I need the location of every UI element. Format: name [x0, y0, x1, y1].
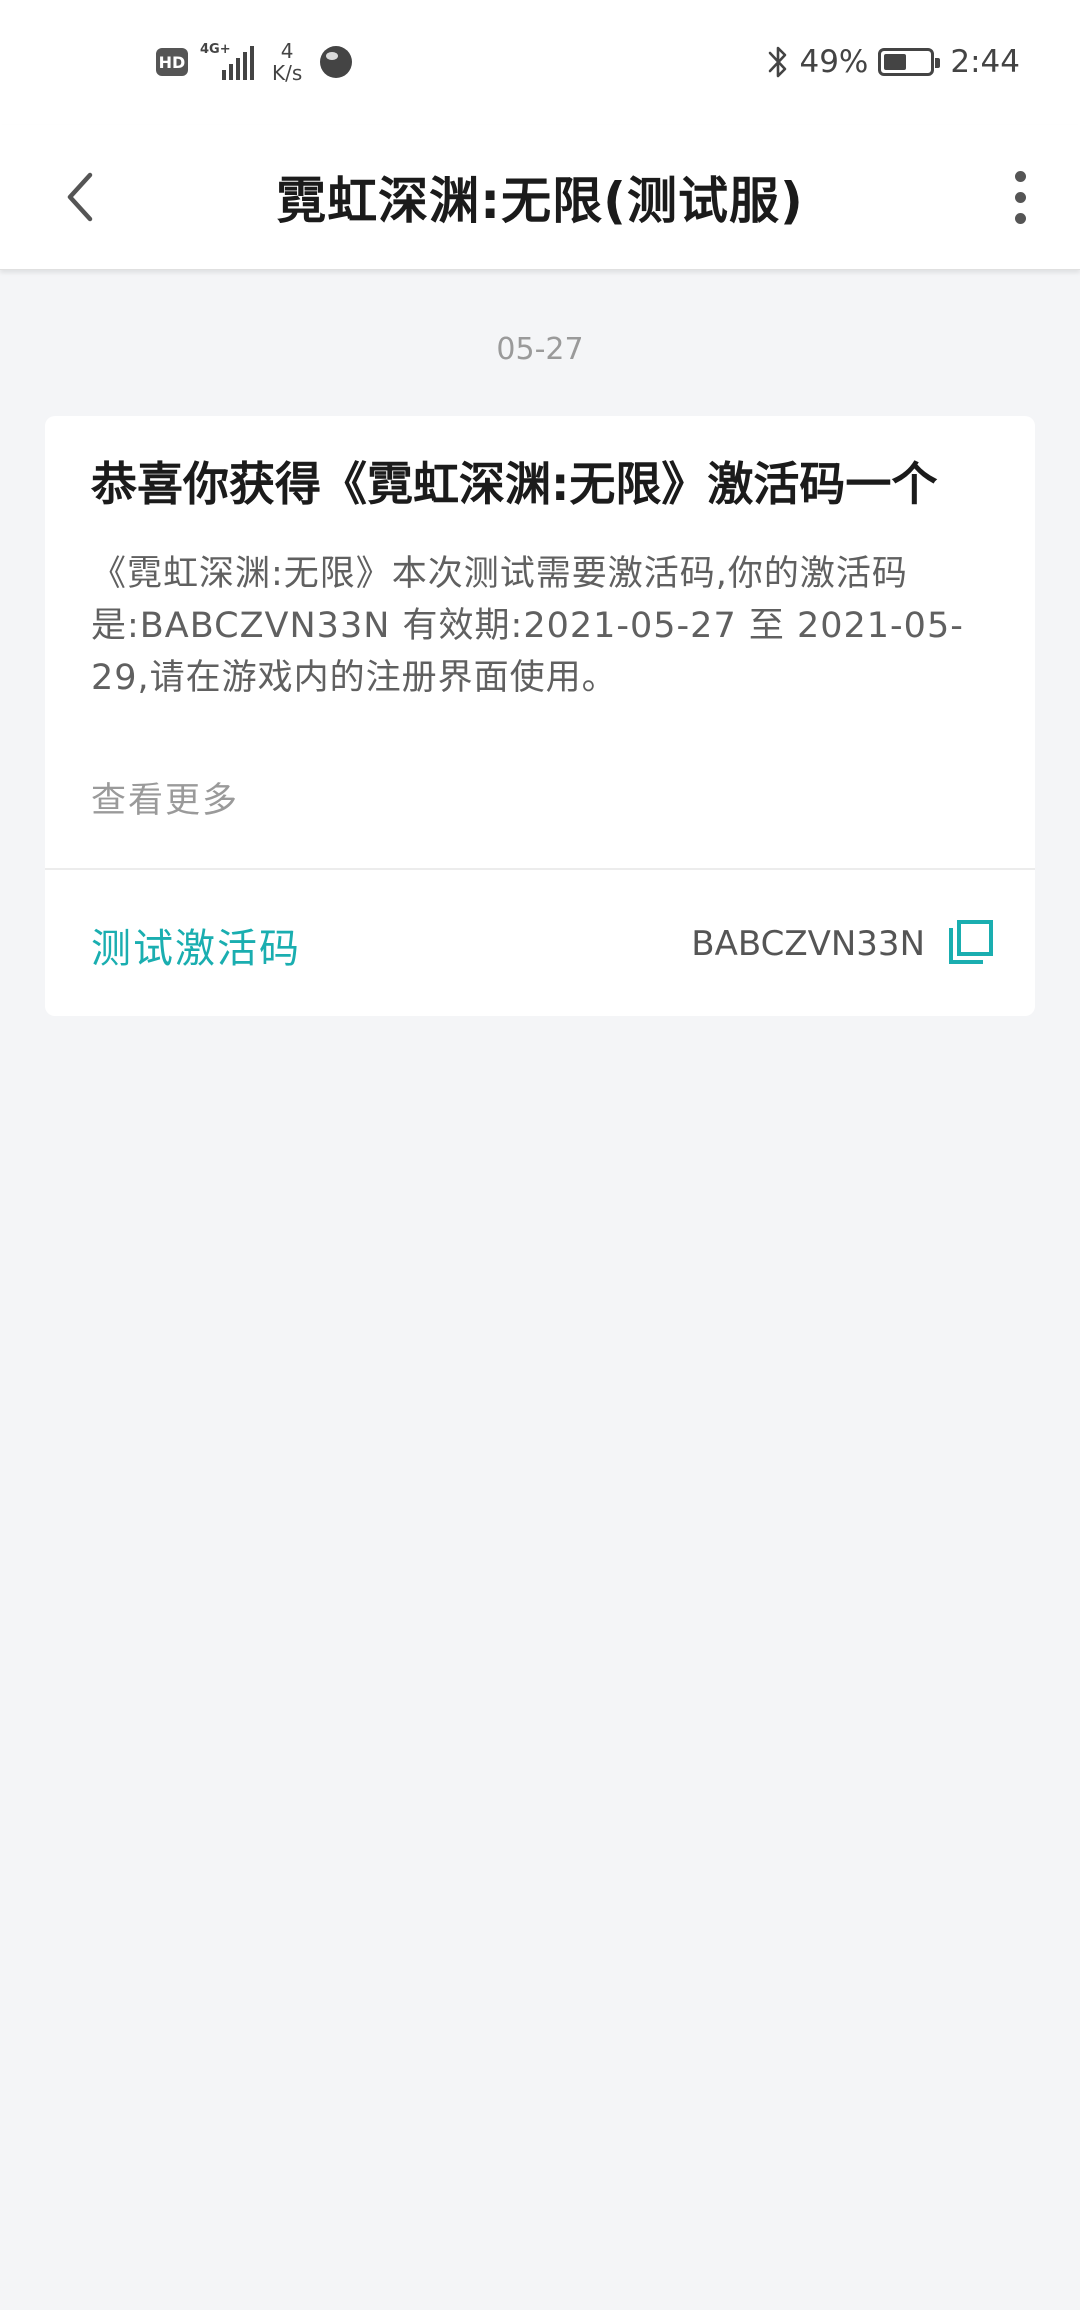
message-body: 《霓虹深渊:无限》本次测试需要激活码,你的激活码是:BABCZVN33N 有效期… — [91, 554, 964, 698]
activation-code-value: BABCZVN33N — [691, 924, 925, 964]
signal-icon: 4G+ — [200, 42, 254, 80]
screen: HD 4G+ 4 K/s 49% 2:44 霓虹深渊:无限(测试服) 05-27… — [0, 0, 1080, 2310]
battery-percent: 49% — [799, 44, 869, 80]
status-time: 2:44 — [950, 44, 1020, 80]
back-button[interactable] — [40, 157, 120, 237]
more-options-button[interactable] — [990, 157, 1050, 237]
message-date: 05-27 — [496, 332, 584, 367]
message-card: 恭喜你获得《霓虹深渊:无限》激活码一个 《霓虹深渊:无限》本次测试需要激活码,你… — [45, 416, 1035, 1016]
network-type-label: 4G+ — [200, 42, 231, 57]
more-vertical-icon — [1014, 170, 1026, 182]
net-speed: 4 K/s — [272, 40, 302, 84]
hd-icon: HD — [156, 48, 188, 76]
back-arrow-icon — [67, 172, 93, 222]
view-more-link[interactable]: 查看更多 — [91, 772, 239, 823]
battery-icon — [878, 48, 941, 76]
copy-code-button[interactable] — [947, 918, 995, 966]
activation-code-label: 测试激活码 — [91, 926, 301, 972]
net-speed-value: 4 — [280, 39, 294, 63]
status-bar-left: HD 4G+ 4 K/s — [156, 36, 353, 88]
card-divider — [45, 868, 1035, 870]
app-header: 霓虹深渊:无限(测试服) — [0, 125, 1080, 270]
globe-icon — [320, 46, 353, 78]
page-title: 霓虹深渊:无限(测试服) — [276, 172, 804, 230]
net-speed-unit: K/s — [272, 61, 303, 85]
battery-fill — [884, 54, 907, 70]
status-bar-right: 49% 2:44 — [767, 36, 1020, 88]
message-title: 恭喜你获得《霓虹深渊:无限》激活码一个 — [91, 457, 938, 511]
copy-icon — [949, 920, 993, 964]
bluetooth-icon — [769, 46, 787, 78]
status-bar: HD 4G+ 4 K/s 49% 2:44 — [0, 0, 1080, 125]
